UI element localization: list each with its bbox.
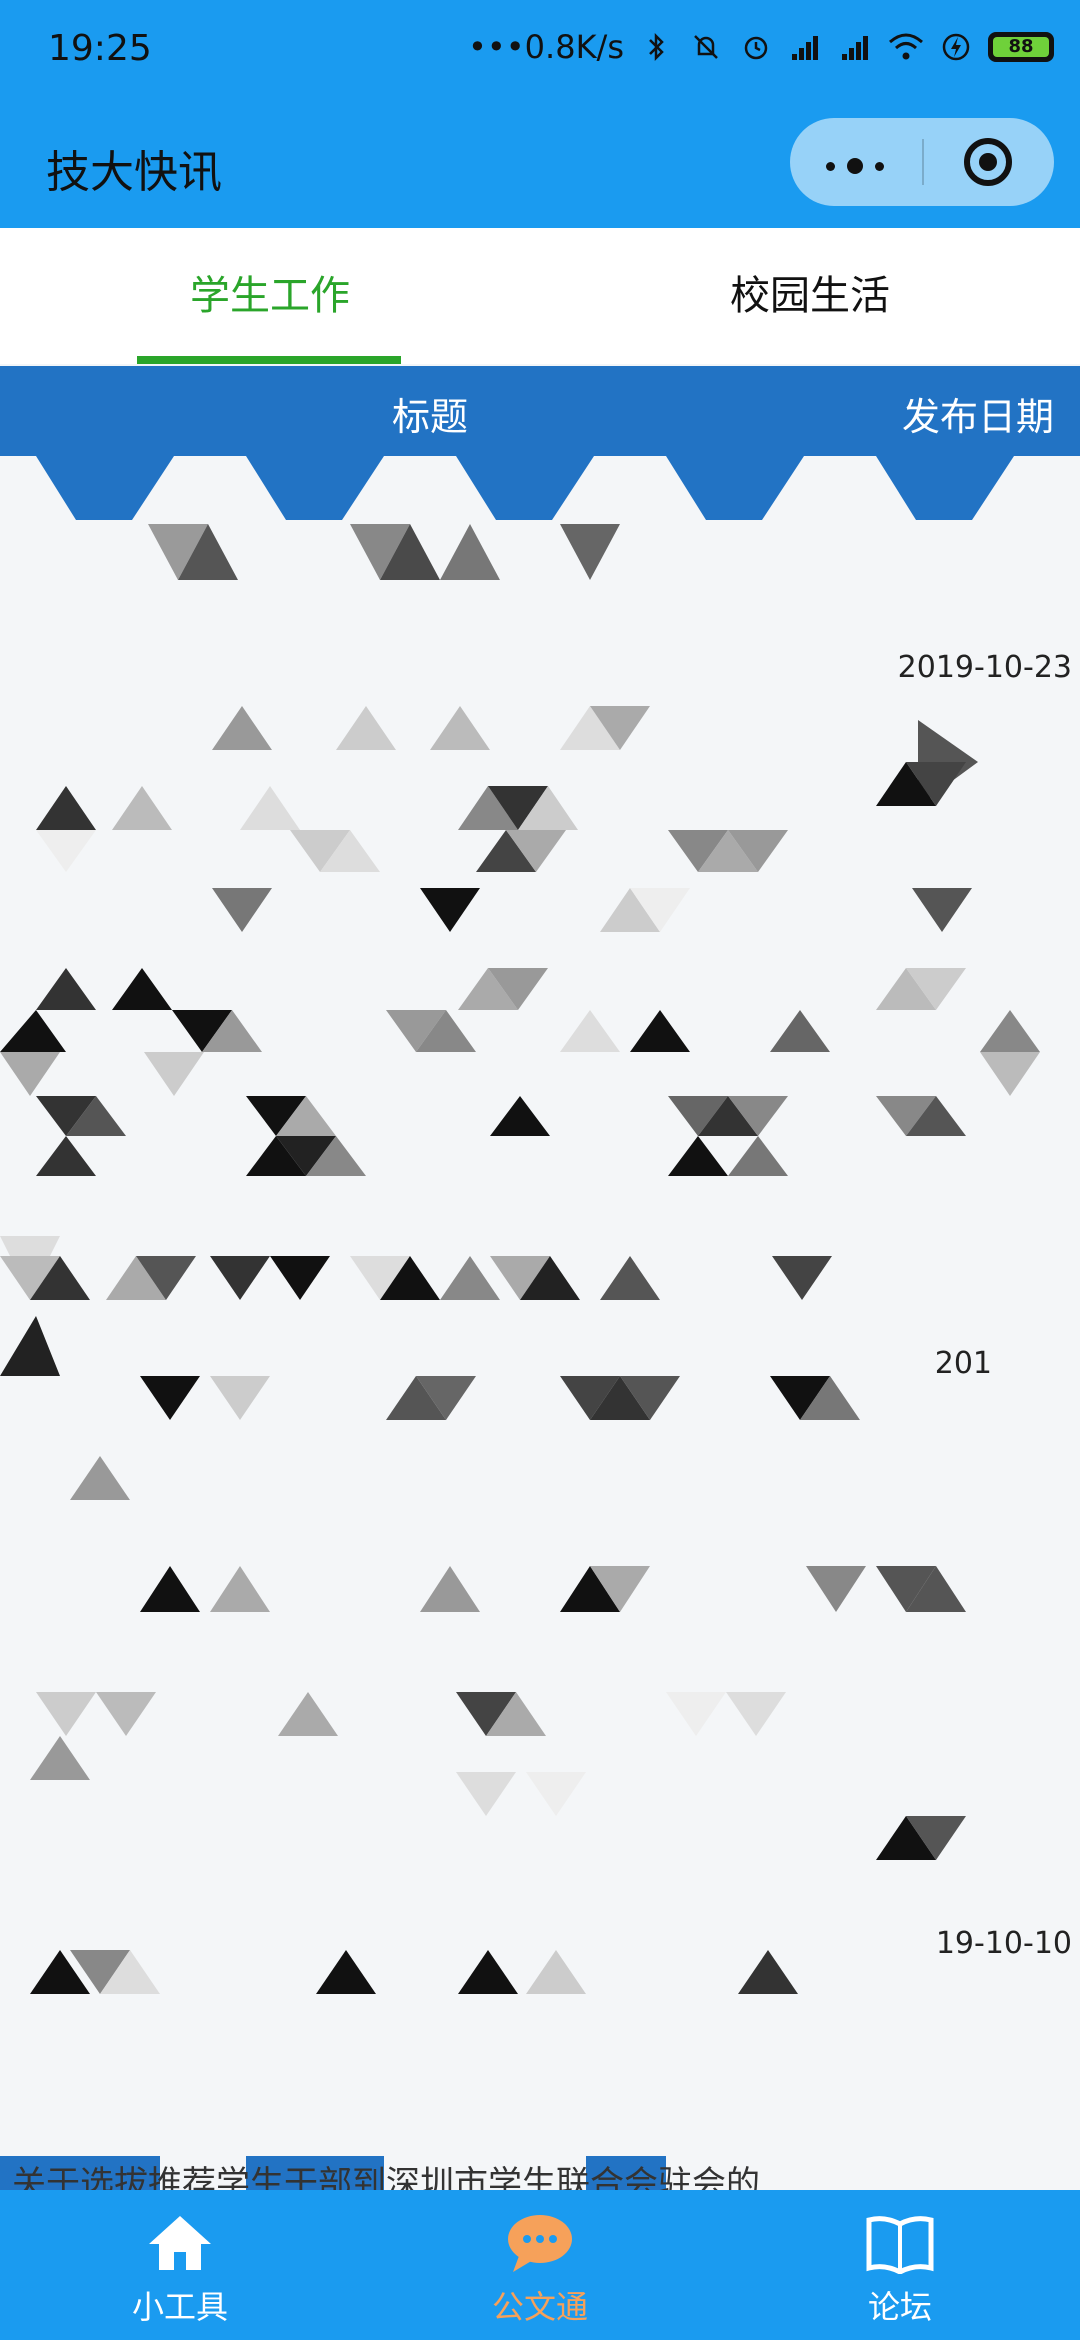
more-dots-icon — [826, 158, 884, 174]
tab-label: 学生工作 — [190, 273, 350, 319]
status-time: 19:25 — [48, 28, 152, 69]
chat-bubble-icon — [508, 2215, 572, 2272]
close-miniprogram-button[interactable] — [924, 118, 1054, 206]
tab-student-work[interactable]: 学生工作 — [0, 228, 540, 364]
signal-hd-icon-2 — [842, 36, 868, 60]
network-speed: •••0.8K/s — [468, 28, 624, 66]
column-date: 发布日期 — [901, 395, 1054, 439]
network-speed-value: 0.8K/s — [524, 28, 624, 66]
wifi-icon — [889, 33, 923, 60]
list-item-date[interactable]: 201 — [935, 1346, 992, 1381]
more-menu-button[interactable] — [790, 118, 922, 206]
bluetooth-icon — [649, 32, 664, 62]
status-icons: •••0.8K/s 88 — [468, 28, 1054, 66]
nav-label: 论坛 — [867, 2288, 932, 2326]
bottom-nav: 小工具 公文通 论坛 — [0, 2190, 1080, 2340]
miniprogram-capsule — [790, 118, 1054, 206]
home-icon — [149, 2216, 211, 2270]
battery-icon: 88 — [988, 32, 1054, 62]
signal-hd-icon-1 — [792, 36, 818, 60]
nav-forum[interactable]: 论坛 — [720, 2190, 1080, 2340]
charging-icon — [942, 33, 970, 61]
column-title: 标题 — [392, 395, 469, 439]
battery-level: 88 — [993, 37, 1049, 57]
nav-label: 小工具 — [131, 2288, 228, 2326]
book-icon — [866, 2216, 934, 2274]
nav-tools[interactable]: 小工具 — [0, 2190, 360, 2340]
nav-label: 公文通 — [491, 2288, 588, 2326]
list-item-title[interactable]: 关于选拔推荐学生干部到深圳市学生联合会驻会的 — [12, 2156, 760, 2190]
triangle-wallpaper — [0, 456, 1040, 2190]
tab-bar: 学生工作 校园生活 — [0, 228, 1080, 364]
list-column-header: 标题 发布日期 — [0, 366, 1080, 456]
status-bar: 19:25 •••0.8K/s 88 — [0, 0, 1080, 100]
target-icon — [964, 138, 1012, 186]
page-title: 技大快讯 — [46, 147, 222, 198]
list-item-date[interactable]: 2019-10-23 — [898, 650, 1072, 685]
mute-bell-icon — [694, 35, 718, 59]
tab-active-indicator — [137, 356, 401, 364]
list-item-date[interactable]: 19-10-10 — [936, 1926, 1072, 1961]
app-header: 19:25 •••0.8K/s 88 技大快讯 — [0, 0, 1080, 228]
nav-official-docs[interactable]: 公文通 — [360, 2190, 720, 2340]
alarm-icon — [744, 36, 768, 60]
tab-label: 校园生活 — [730, 273, 890, 319]
notice-list: 2019-10-23 201 19-10-10 关于选拔推荐学生干部到深圳市学生… — [0, 456, 1080, 2190]
tab-campus-life[interactable]: 校园生活 — [540, 228, 1080, 364]
